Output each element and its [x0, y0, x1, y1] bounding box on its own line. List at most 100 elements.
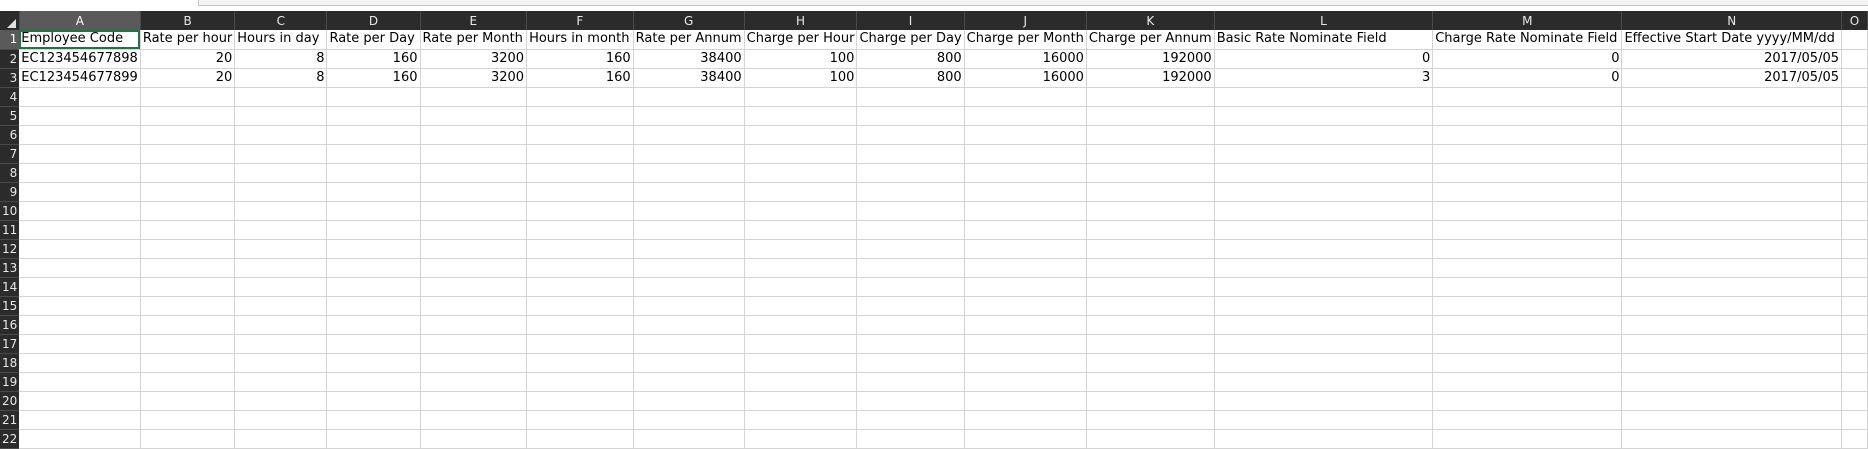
cell-h20[interactable] [744, 391, 858, 411]
cell-b1[interactable]: Rate per hour [140, 30, 236, 50]
cell-i19[interactable] [856, 372, 965, 392]
cell-k8[interactable] [1086, 163, 1215, 183]
cell-h9[interactable] [744, 182, 858, 202]
cell-b6[interactable] [140, 125, 236, 145]
cell-j18[interactable] [964, 353, 1087, 373]
cell-j21[interactable] [964, 410, 1087, 430]
cell-h15[interactable] [744, 296, 858, 316]
cell-a14[interactable] [19, 277, 141, 297]
cell-l14[interactable] [1214, 277, 1434, 297]
cell-m5[interactable] [1432, 106, 1623, 126]
cell-d16[interactable] [326, 315, 421, 335]
cell-o14[interactable] [1841, 277, 1868, 297]
cell-d17[interactable] [326, 334, 421, 354]
cell-b3[interactable]: 20 [140, 68, 236, 88]
cell-a22[interactable] [19, 429, 141, 449]
cell-o2[interactable] [1841, 49, 1868, 69]
row-header-22[interactable]: 22 [0, 429, 20, 449]
cell-c6[interactable] [234, 125, 328, 145]
cell-c20[interactable] [234, 391, 328, 411]
cell-k18[interactable] [1086, 353, 1215, 373]
cell-j1[interactable]: Charge per Month [964, 30, 1087, 50]
cell-a20[interactable] [19, 391, 141, 411]
cell-c9[interactable] [234, 182, 328, 202]
row-header-9[interactable]: 9 [0, 182, 20, 202]
cell-m18[interactable] [1432, 353, 1623, 373]
cell-h4[interactable] [744, 87, 858, 107]
cell-e21[interactable] [420, 410, 528, 430]
cell-f6[interactable] [526, 125, 634, 145]
row-header-16[interactable]: 16 [0, 315, 20, 335]
cell-g9[interactable] [633, 182, 745, 202]
cell-a21[interactable] [19, 410, 141, 430]
column-header-k[interactable]: K [1086, 11, 1215, 30]
cell-c4[interactable] [234, 87, 328, 107]
row-header-19[interactable]: 19 [0, 372, 20, 392]
cell-m22[interactable] [1432, 429, 1623, 449]
cell-o9[interactable] [1841, 182, 1868, 202]
cell-n12[interactable] [1621, 239, 1842, 259]
column-header-d[interactable]: D [326, 11, 421, 30]
cell-c2[interactable]: 8 [234, 49, 328, 69]
cell-d13[interactable] [326, 258, 421, 278]
cell-j11[interactable] [964, 220, 1087, 240]
cell-d19[interactable] [326, 372, 421, 392]
cell-b13[interactable] [140, 258, 236, 278]
row-header-10[interactable]: 10 [0, 201, 20, 221]
cell-n6[interactable] [1621, 125, 1842, 145]
cell-n19[interactable] [1621, 372, 1842, 392]
cell-g12[interactable] [633, 239, 745, 259]
cell-c22[interactable] [234, 429, 328, 449]
cell-b10[interactable] [140, 201, 236, 221]
cell-a6[interactable] [19, 125, 141, 145]
cell-l11[interactable] [1214, 220, 1434, 240]
cell-d1[interactable]: Rate per Day [326, 30, 421, 50]
cell-e2[interactable]: 3200 [420, 49, 528, 69]
cell-a15[interactable] [19, 296, 141, 316]
cell-d10[interactable] [326, 201, 421, 221]
cell-m11[interactable] [1432, 220, 1623, 240]
cell-l1[interactable]: Basic Rate Nominate Field [1214, 30, 1434, 50]
cell-i20[interactable] [856, 391, 965, 411]
cell-c5[interactable] [234, 106, 328, 126]
cell-i13[interactable] [856, 258, 965, 278]
cell-k5[interactable] [1086, 106, 1215, 126]
cell-k10[interactable] [1086, 201, 1215, 221]
cell-f10[interactable] [526, 201, 634, 221]
cell-l19[interactable] [1214, 372, 1434, 392]
cell-k7[interactable] [1086, 144, 1215, 164]
cell-l13[interactable] [1214, 258, 1434, 278]
column-header-o[interactable]: O [1841, 11, 1868, 30]
cell-j6[interactable] [964, 125, 1087, 145]
cell-b2[interactable]: 20 [140, 49, 236, 69]
cell-e17[interactable] [420, 334, 528, 354]
cell-k3[interactable]: 192000 [1086, 68, 1215, 88]
column-header-f[interactable]: F [526, 11, 634, 30]
cell-l17[interactable] [1214, 334, 1434, 354]
cell-f1[interactable]: Hours in month [526, 30, 634, 50]
cell-j3[interactable]: 16000 [964, 68, 1087, 88]
spreadsheet-grid[interactable]: ABCDEFGHIJKLMNO 1 Employee Code Rate per h… [0, 11, 1868, 449]
cell-table[interactable]: ABCDEFGHIJKLMNO 1 Employee Code Rate per h… [0, 11, 1868, 449]
cell-c11[interactable] [234, 220, 328, 240]
cell-o22[interactable] [1841, 429, 1868, 449]
cell-d8[interactable] [326, 163, 421, 183]
cell-h14[interactable] [744, 277, 858, 297]
cell-c3[interactable]: 8 [234, 68, 328, 88]
cell-f16[interactable] [526, 315, 634, 335]
cell-o10[interactable] [1841, 201, 1868, 221]
cell-g16[interactable] [633, 315, 745, 335]
cell-j14[interactable] [964, 277, 1087, 297]
cell-k22[interactable] [1086, 429, 1215, 449]
cell-o3[interactable] [1841, 68, 1868, 88]
cell-f8[interactable] [526, 163, 634, 183]
cell-n18[interactable] [1621, 353, 1842, 373]
cell-o20[interactable] [1841, 391, 1868, 411]
cell-n7[interactable] [1621, 144, 1842, 164]
cell-o18[interactable] [1841, 353, 1868, 373]
cell-n22[interactable] [1621, 429, 1842, 449]
cell-i4[interactable] [856, 87, 965, 107]
row-header-7[interactable]: 7 [0, 144, 20, 164]
cell-f11[interactable] [526, 220, 634, 240]
cell-m10[interactable] [1432, 201, 1623, 221]
